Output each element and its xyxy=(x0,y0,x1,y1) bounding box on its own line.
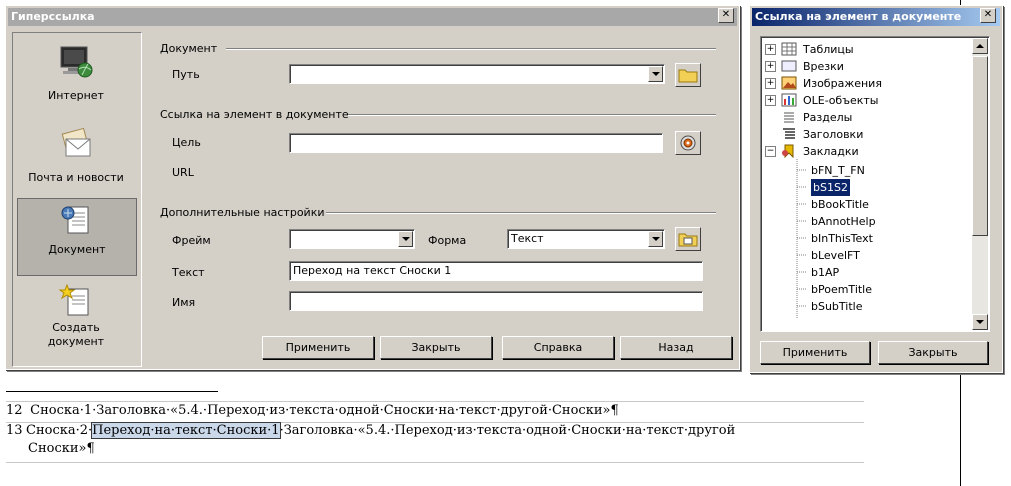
text-input[interactable]: Переход на текст Сноски 1 xyxy=(289,261,703,281)
target-label: Цель xyxy=(172,136,201,149)
category-label: Интернет xyxy=(48,89,104,102)
category-label-line2: документ xyxy=(47,335,105,348)
category-label: Почта и новости xyxy=(28,171,124,184)
hyperlink-dialog: Гиперссылка ✕ Интернет Почта и новости Д… xyxy=(5,5,740,370)
chevron-down-icon[interactable] xyxy=(648,231,663,247)
group-divider xyxy=(326,212,716,214)
apply-button[interactable]: Применить xyxy=(262,336,374,359)
back-button[interactable]: Назад xyxy=(620,336,732,359)
chevron-down-icon[interactable] xyxy=(398,231,413,247)
form-select[interactable]: Текст xyxy=(507,229,665,249)
group-divider xyxy=(348,114,716,116)
scroll-up-button[interactable] xyxy=(972,38,988,54)
document-group-title: Документ xyxy=(160,42,218,55)
footnote-text: Сноска·1·Заголовка·«5.4.·Переход·из·текс… xyxy=(30,403,619,418)
navigator-apply-button[interactable]: Применить xyxy=(760,341,870,364)
footnote-text-end: ·Заголовка·«5.4.·Переход·из·текста·одной… xyxy=(279,423,736,438)
footnote-text-continuation: Сноски»¶ xyxy=(28,441,95,456)
additional-settings-title: Дополнительные настройки xyxy=(160,206,325,219)
chevron-down-icon xyxy=(976,320,984,324)
navigator-close-button-bottom[interactable]: Закрыть xyxy=(878,341,988,364)
category-new-document[interactable]: Создать документ xyxy=(17,279,135,355)
scroll-thumb[interactable] xyxy=(972,56,988,236)
new-document-icon xyxy=(58,283,89,316)
name-input[interactable] xyxy=(289,291,703,311)
bookmark-item[interactable]: b1AP xyxy=(811,264,839,281)
document-icon xyxy=(61,206,89,234)
chevron-up-icon xyxy=(976,44,984,48)
target-group-title: Ссылка на элемент в документе xyxy=(160,108,349,121)
category-document[interactable]: Документ xyxy=(17,198,137,276)
form-label: Форма xyxy=(428,234,467,247)
scroll-down-button[interactable] xyxy=(972,314,988,330)
url-label: URL xyxy=(172,166,194,179)
category-internet[interactable]: Интернет xyxy=(17,39,135,115)
navigator-title: Ссылка на элемент в документе xyxy=(755,10,962,23)
help-button[interactable]: Справка xyxy=(502,336,614,359)
footnote-12[interactable]: 12 Сноска·1·Заголовка·«5.4.·Переход·из·т… xyxy=(6,401,864,423)
navigator-titlebar[interactable]: Ссылка на элемент в документе xyxy=(752,8,1000,26)
bookmark-item[interactable]: bAnnotHelp xyxy=(811,213,876,230)
bookmark-item[interactable]: bBookTitle xyxy=(811,196,869,213)
frame-label: Фрейм xyxy=(172,234,211,247)
footnote-separator xyxy=(6,391,218,392)
form-value: Текст xyxy=(511,232,544,245)
category-label-line1: Создать xyxy=(52,321,100,334)
path-combobox[interactable] xyxy=(289,64,665,84)
category-mail-news[interactable]: Почта и новости xyxy=(17,121,135,197)
close-button[interactable]: Закрыть xyxy=(380,336,492,359)
chevron-down-icon[interactable] xyxy=(648,66,663,82)
text-label: Текст xyxy=(172,266,205,279)
bookmark-item[interactable]: bInThisText xyxy=(811,230,873,247)
folder-icon xyxy=(678,69,698,83)
selected-text[interactable]: Переход·на·текст·Сноски·1 xyxy=(91,422,281,439)
target-in-document-button[interactable] xyxy=(675,131,701,155)
hyperlink-category-sidebar: Интернет Почта и новости Документ Создат… xyxy=(12,32,142,367)
frame-combobox[interactable] xyxy=(289,229,415,249)
footnote-text-start: Сноска·2· xyxy=(26,423,93,438)
document-element-tree[interactable]: + Таблицы + Врезки + Изображения + OLE-о… xyxy=(760,36,990,332)
bookmark-item[interactable]: bFN_T_FN xyxy=(811,162,865,179)
target-icon xyxy=(680,135,696,151)
bookmark-item[interactable]: bSubTitle xyxy=(811,298,863,315)
events-button[interactable] xyxy=(675,227,701,251)
bookmark-item[interactable]: bLevelFT xyxy=(811,247,860,264)
dialog-titlebar[interactable]: Гиперссылка xyxy=(8,8,737,26)
group-divider xyxy=(226,48,716,50)
target-in-document-window: Ссылка на элемент в документе ✕ + Таблиц… xyxy=(749,5,1003,373)
bookmark-item-selected[interactable]: bS1S2 xyxy=(811,179,850,196)
footnote-13[interactable]: 13 Сноска·2·Переход·на·текст·Сноски·1·Заг… xyxy=(6,422,864,463)
footnote-number: 13 xyxy=(6,423,23,438)
envelope-icon xyxy=(61,127,91,157)
name-label: Имя xyxy=(172,296,196,309)
dialog-close-button[interactable]: ✕ xyxy=(718,8,734,23)
tree-scrollbar[interactable] xyxy=(972,38,988,330)
text-value: Переход на текст Сноски 1 xyxy=(293,264,452,277)
path-label: Путь xyxy=(172,68,200,81)
dialog-title: Гиперссылка xyxy=(11,10,95,23)
bookmark-item[interactable]: bPoemTitle xyxy=(811,281,872,298)
open-file-button[interactable] xyxy=(675,63,701,87)
globe-computer-icon xyxy=(60,46,93,78)
macro-events-icon xyxy=(678,233,698,247)
category-label: Документ xyxy=(48,243,106,256)
navigator-close-button[interactable]: ✕ xyxy=(980,8,996,23)
footnote-number: 12 xyxy=(6,403,23,418)
target-input[interactable] xyxy=(289,133,663,153)
